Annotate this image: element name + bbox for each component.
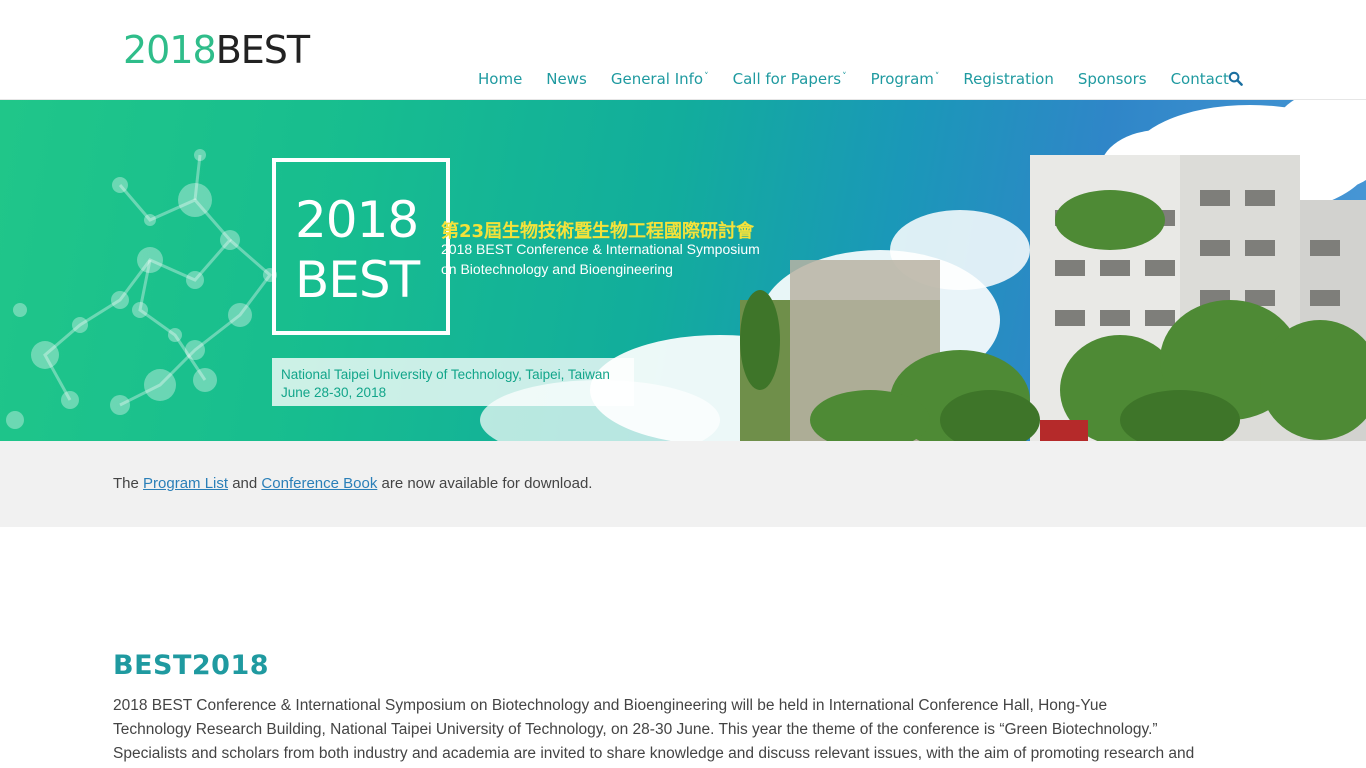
banner-best: BEST <box>295 251 420 309</box>
nav-item-sponsors[interactable]: Sponsors <box>1078 70 1147 88</box>
nav-item-label: Contact <box>1170 70 1229 88</box>
banner-english-title-line1: 2018 BEST Conference & International Sym… <box>441 241 760 257</box>
search-icon[interactable] <box>1228 71 1243 86</box>
chevron-down-icon: ˅ <box>842 72 847 82</box>
nav-item-label: General Info <box>610 70 704 88</box>
intro-line: Technology Research Building, National T… <box>113 721 1158 738</box>
section-title: BEST2018 <box>113 650 270 681</box>
banner-english-title-line2: on Biotechnology and Bioengineering <box>441 261 673 277</box>
nav-item-label: Call for Papers <box>732 70 842 88</box>
banner-location: National Taipei University of Technology… <box>281 367 610 382</box>
conference-book-link[interactable]: Conference Book <box>261 475 377 492</box>
chevron-down-icon: ˅ <box>934 72 940 82</box>
notice-suffix: are now available for download. <box>377 475 593 492</box>
nav-item-general-info[interactable]: General Info ˅ <box>611 70 709 88</box>
logo-year: 2018 <box>123 28 217 72</box>
notice-bar: The Program List and Conference Book are… <box>0 441 1366 527</box>
banner-chinese-title: 第23屆生物技術暨生物工程國際研討會 <box>441 221 755 242</box>
nav-item-program[interactable]: Program ˅ <box>871 70 940 88</box>
nav-item-label: Sponsors <box>1077 70 1147 88</box>
nav-item-label: Home <box>478 70 523 88</box>
banner-dates: June 28-30, 2018 <box>281 385 387 400</box>
nav-item-registration[interactable]: Registration <box>963 70 1053 88</box>
program-list-link[interactable]: Program List <box>143 475 228 492</box>
main-nav: Home News General Info ˅ Call for Papers ˅ Pro… <box>478 68 1253 90</box>
notice-middle: and <box>228 475 262 492</box>
intro-line: 2018 BEST Conference & International Sym… <box>113 697 1108 714</box>
notice-prefix: The <box>113 475 144 492</box>
site-header: 2018BEST Home News General Info ˅ Call for P… <box>0 0 1366 100</box>
nav-item-label: Registration <box>963 70 1054 88</box>
logo-name: BEST <box>215 28 310 72</box>
nav-item-call-for-papers[interactable]: Call for Papers ˅ <box>733 70 847 88</box>
nav-item-home[interactable]: Home <box>478 70 522 88</box>
hero-banner: 2018 BEST 第23屆生物技術暨生物工程國際研討會 2018 BEST C… <box>0 100 1366 441</box>
banner-illustration <box>6 100 1366 441</box>
chevron-down-icon: ˅ <box>704 72 709 82</box>
nav-item-contact[interactable]: Contact <box>1171 70 1229 88</box>
notice-text: The Program List and Conference Book are… <box>113 475 592 492</box>
nav-item-label: Program <box>870 70 934 88</box>
nav-item-label: News <box>546 70 587 88</box>
nav-item-news[interactable]: News <box>546 70 587 88</box>
intro-paragraph: 2018 BEST Conference & International Sym… <box>113 694 1263 766</box>
banner-year: 2018 <box>295 191 419 249</box>
site-logo[interactable]: 2018BEST <box>123 28 310 72</box>
intro-line: Specialists and scholars from both indus… <box>113 745 1195 762</box>
